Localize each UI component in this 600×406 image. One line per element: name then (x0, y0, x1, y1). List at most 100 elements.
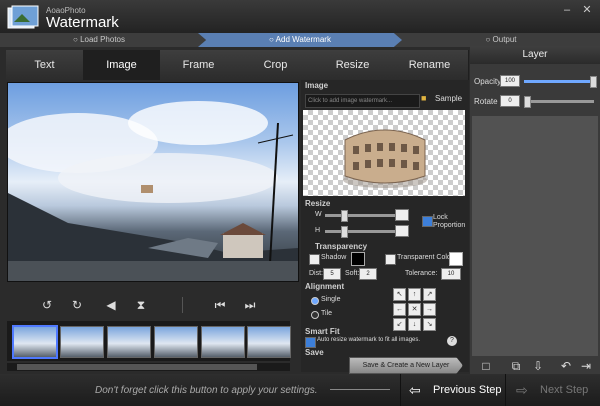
section-title-resize: Resize (305, 199, 331, 208)
opacity-slider-knob[interactable] (590, 76, 597, 88)
section-title-smart-fit: Smart Fit (305, 327, 340, 336)
align-right-icon[interactable]: → (423, 303, 436, 316)
step-add-watermark[interactable]: ○ Add Watermark (198, 33, 402, 47)
previous-photo-icon[interactable]: ⏮ (212, 297, 228, 313)
photo-controls: ↺ ↻ ◀ ⧗ ⏮ ⏭ (7, 293, 297, 319)
bottom-bar: Don't forget click this button to apply … (0, 374, 600, 406)
photo-scene (8, 101, 298, 281)
single-radio[interactable] (311, 297, 319, 305)
section-title-transparency: Transparency (315, 242, 368, 251)
previous-step-button[interactable]: ⇦ Previous Step (400, 374, 505, 406)
watermark-preview (303, 110, 465, 196)
rotate-right-icon[interactable]: ↻ (69, 297, 85, 313)
merge-layer-icon[interactable]: ⇩ (530, 358, 546, 374)
new-layer-icon[interactable]: □ (478, 358, 494, 374)
undo-icon[interactable]: ↶ (558, 358, 574, 374)
rotate-spin[interactable]: 0 (500, 95, 520, 107)
width-label: W (315, 211, 322, 218)
dist-spin[interactable]: 5 (323, 268, 341, 280)
align-left-icon[interactable]: ← (393, 303, 406, 316)
align-top-right-icon[interactable]: ↗ (423, 288, 436, 301)
duplicate-layer-icon[interactable]: ⧉ (508, 358, 524, 374)
width-spin[interactable] (395, 209, 409, 221)
minimize-icon[interactable]: – (560, 4, 574, 16)
width-slider-knob[interactable] (341, 210, 348, 222)
step-label: Output (492, 35, 517, 44)
tab-image[interactable]: Image (83, 50, 161, 80)
folder-icon[interactable]: ■ (421, 93, 431, 105)
height-slider[interactable] (325, 230, 395, 233)
align-top-icon[interactable]: ↑ (408, 288, 421, 301)
transparent-color-swatch[interactable] (449, 252, 463, 266)
rotate-slider[interactable] (524, 100, 594, 103)
next-step-button[interactable]: ⇨ Next Step (505, 374, 600, 406)
height-label: H (315, 227, 321, 234)
next-arrow-icon: ⇨ (516, 382, 528, 398)
lock-proportion-checkbox[interactable] (422, 216, 433, 227)
single-label: Single (321, 296, 341, 303)
thumbnail[interactable] (154, 326, 198, 358)
sample-button[interactable]: Sample (435, 94, 462, 103)
tile-radio[interactable] (311, 311, 319, 319)
lock-proportion-label: Lock Proportion (433, 214, 466, 229)
tab-resize[interactable]: Resize (314, 50, 392, 80)
thumbnail[interactable] (107, 326, 151, 358)
tab-rename[interactable]: Rename (391, 50, 469, 80)
help-icon[interactable]: ? (447, 336, 457, 346)
next-step-label: Next Step (540, 384, 589, 396)
step-load-photos[interactable]: ○ Load Photos (0, 33, 198, 47)
align-bottom-left-icon[interactable]: ↙ (393, 318, 406, 331)
main-photo-canvas[interactable] (7, 82, 299, 282)
layer-list[interactable] (472, 116, 598, 356)
auto-resize-checkbox[interactable] (305, 337, 316, 348)
opacity-slider[interactable] (524, 80, 594, 83)
section-title-alignment: Alignment (305, 282, 345, 291)
steps-bar: ○ Load Photos ○ Add Watermark ○ Output (0, 33, 600, 47)
soft-spin[interactable]: 2 (359, 268, 377, 280)
step-label: Load Photos (80, 35, 125, 44)
colosseum-image (343, 129, 427, 188)
shadow-label: Shadow (321, 254, 347, 261)
layer-panel: Layer Opacity 100 Rotate 0 □ ⧉ ⇩ ↶ ⇥ (470, 46, 600, 374)
align-center-icon[interactable]: ✕ (408, 303, 421, 316)
opacity-label: Opacity (474, 77, 502, 86)
thumbnail[interactable] (201, 326, 245, 358)
step-output[interactable]: ○ Output (402, 33, 600, 47)
align-bottom-right-icon[interactable]: ↘ (423, 318, 436, 331)
import-layer-icon[interactable]: ⇥ (578, 358, 594, 374)
thumbnail[interactable] (60, 326, 104, 358)
soft-label: Soft: (345, 270, 360, 277)
opacity-spin[interactable]: 100 (500, 75, 520, 87)
filmstrip (7, 321, 291, 361)
width-slider[interactable] (325, 214, 395, 217)
shadow-checkbox[interactable] (309, 254, 320, 265)
shadow-color-swatch[interactable] (351, 252, 365, 266)
height-spin[interactable] (395, 225, 409, 237)
scrollbar-thumb[interactable] (17, 364, 257, 370)
flip-vertical-icon[interactable]: ⧗ (133, 297, 149, 313)
rotate-slider-knob[interactable] (524, 96, 531, 108)
transparent-color-checkbox[interactable] (385, 254, 396, 265)
align-top-left-icon[interactable]: ↖ (393, 288, 406, 301)
tab-frame[interactable]: Frame (160, 50, 238, 80)
thumbnail[interactable] (247, 326, 291, 358)
next-photo-icon[interactable]: ⏭ (242, 297, 258, 313)
tab-crop[interactable]: Crop (237, 50, 315, 80)
divider (182, 297, 183, 313)
layer-toolbar: □ ⧉ ⇩ ↶ ⇥ (472, 358, 598, 374)
filmstrip-scrollbar[interactable] (7, 363, 290, 371)
hint-arrow (330, 389, 390, 390)
align-bottom-icon[interactable]: ↓ (408, 318, 421, 331)
flip-horizontal-icon[interactable]: ◀ (103, 297, 119, 313)
title-bar: AoaoPhoto Watermark – ✕ (0, 0, 600, 33)
previous-arrow-icon: ⇦ (409, 382, 421, 398)
watermark-image-input[interactable]: Click to add image watermark... (305, 94, 420, 108)
close-icon[interactable]: ✕ (580, 4, 594, 16)
rotate-label: Rotate (474, 97, 498, 106)
rotate-left-icon[interactable]: ↺ (39, 297, 55, 313)
save-create-layer-button[interactable]: Save & Create a New Layer (349, 357, 463, 374)
tolerance-spin[interactable]: 10 (441, 268, 461, 280)
tab-text[interactable]: Text (6, 50, 84, 80)
thumbnail[interactable] (12, 325, 58, 359)
height-slider-knob[interactable] (341, 226, 348, 238)
